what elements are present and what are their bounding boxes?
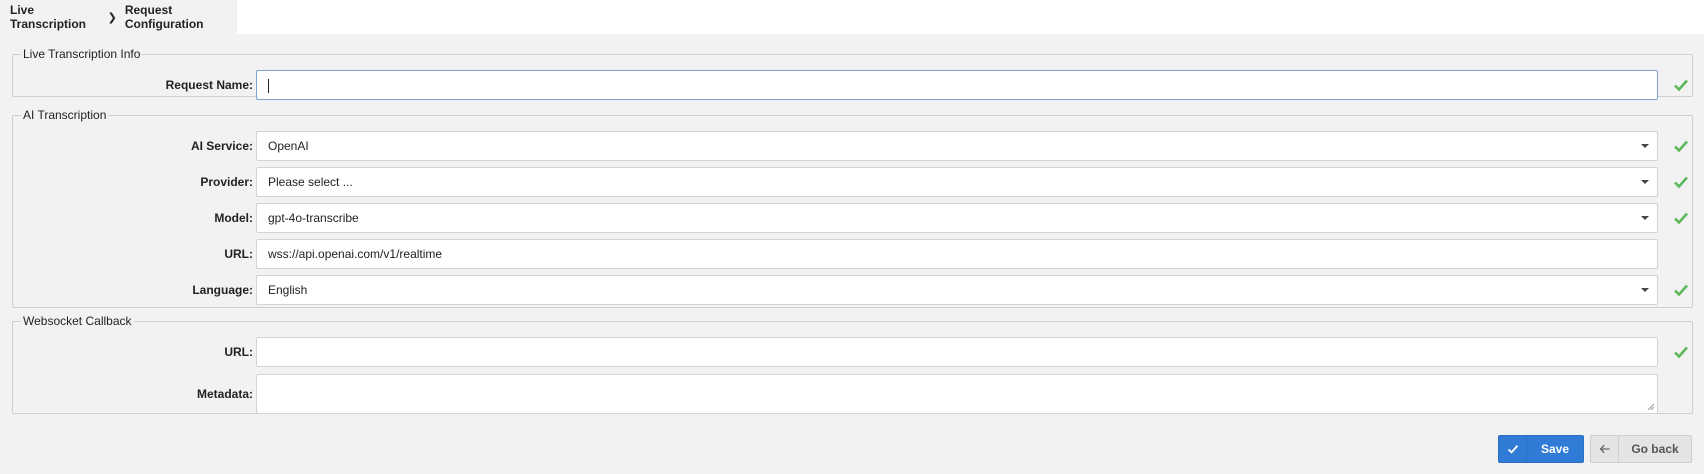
section-legend-ai: AI Transcription: [23, 108, 107, 122]
provider-row: Provider: Please select ...: [13, 167, 1694, 197]
ai-url-input[interactable]: wss://api.openai.com/v1/realtime: [256, 239, 1658, 269]
ai-service-label: AI Service:: [190, 139, 253, 153]
section-legend-info: Live Transcription Info: [23, 47, 141, 61]
metadata-label: Metadata:: [196, 387, 253, 401]
check-icon: [1674, 284, 1688, 297]
form-content: Live Transcription Info Request Name: AI…: [0, 34, 1704, 474]
chevron-down-icon: [1641, 144, 1649, 148]
breadcrumb-current: Request Configuration: [124, 3, 204, 31]
section-legend-websocket: Websocket Callback: [23, 314, 132, 328]
request-name-label: Request Name:: [165, 78, 253, 92]
language-row: Language: English: [13, 275, 1694, 305]
go-back-button[interactable]: Go back: [1590, 435, 1692, 463]
check-icon: [1674, 140, 1688, 153]
metadata-row: Metadata:: [13, 374, 1694, 414]
chevron-down-icon: [1641, 180, 1649, 184]
callback-url-input[interactable]: [256, 337, 1658, 367]
callback-url-row: URL:: [13, 337, 1694, 367]
check-icon: [1674, 79, 1688, 92]
ai-transcription-section: AI Transcription AI Service: OpenAI Prov…: [12, 108, 1693, 308]
tab-bar: Live Transcription ❯ Request Configurati…: [0, 0, 1704, 34]
ai-url-value: wss://api.openai.com/v1/realtime: [268, 247, 443, 261]
check-icon: [1674, 212, 1688, 225]
live-transcription-info-section: Live Transcription Info Request Name:: [12, 47, 1694, 100]
arrow-left-icon: [1591, 436, 1619, 462]
model-row: Model: gpt-4o-transcribe: [13, 203, 1694, 233]
model-select[interactable]: gpt-4o-transcribe: [256, 203, 1658, 233]
ai-service-value: OpenAI: [268, 139, 309, 153]
resize-grip-icon[interactable]: [1647, 403, 1655, 411]
language-label: Language:: [192, 283, 253, 297]
ai-service-select[interactable]: OpenAI: [256, 131, 1658, 161]
provider-select[interactable]: Please select ...: [256, 167, 1658, 197]
request-name-input[interactable]: [256, 70, 1658, 100]
request-name-row: Request Name:: [13, 70, 1694, 100]
check-icon: [1674, 346, 1688, 359]
save-button-label: Save: [1540, 442, 1570, 456]
ai-url-row: URL: wss://api.openai.com/v1/realtime: [13, 239, 1694, 269]
go-back-button-label: Go back: [1631, 442, 1679, 456]
check-icon: [1674, 176, 1688, 189]
language-value: English: [268, 283, 308, 297]
text-cursor: [268, 78, 269, 93]
breadcrumb[interactable]: Live Transcription ❯ Request Configurati…: [0, 0, 237, 34]
model-value: gpt-4o-transcribe: [268, 211, 359, 225]
ai-service-row: AI Service: OpenAI: [13, 131, 1694, 161]
save-button[interactable]: Save: [1498, 435, 1584, 463]
ai-url-label: URL:: [224, 247, 253, 261]
websocket-callback-section: Websocket Callback URL: Metadata:: [12, 314, 1693, 414]
chevron-down-icon: [1641, 216, 1649, 220]
provider-value: Please select ...: [268, 175, 353, 189]
chevron-right-icon: ❯: [107, 11, 117, 24]
metadata-textarea[interactable]: [256, 374, 1658, 414]
chevron-down-icon: [1641, 288, 1649, 292]
model-label: Model:: [214, 211, 253, 225]
provider-label: Provider:: [200, 175, 253, 189]
language-select[interactable]: English: [256, 275, 1658, 305]
callback-url-label: URL:: [224, 345, 253, 359]
breadcrumb-parent[interactable]: Live Transcription: [10, 3, 100, 31]
check-icon: [1499, 436, 1527, 462]
